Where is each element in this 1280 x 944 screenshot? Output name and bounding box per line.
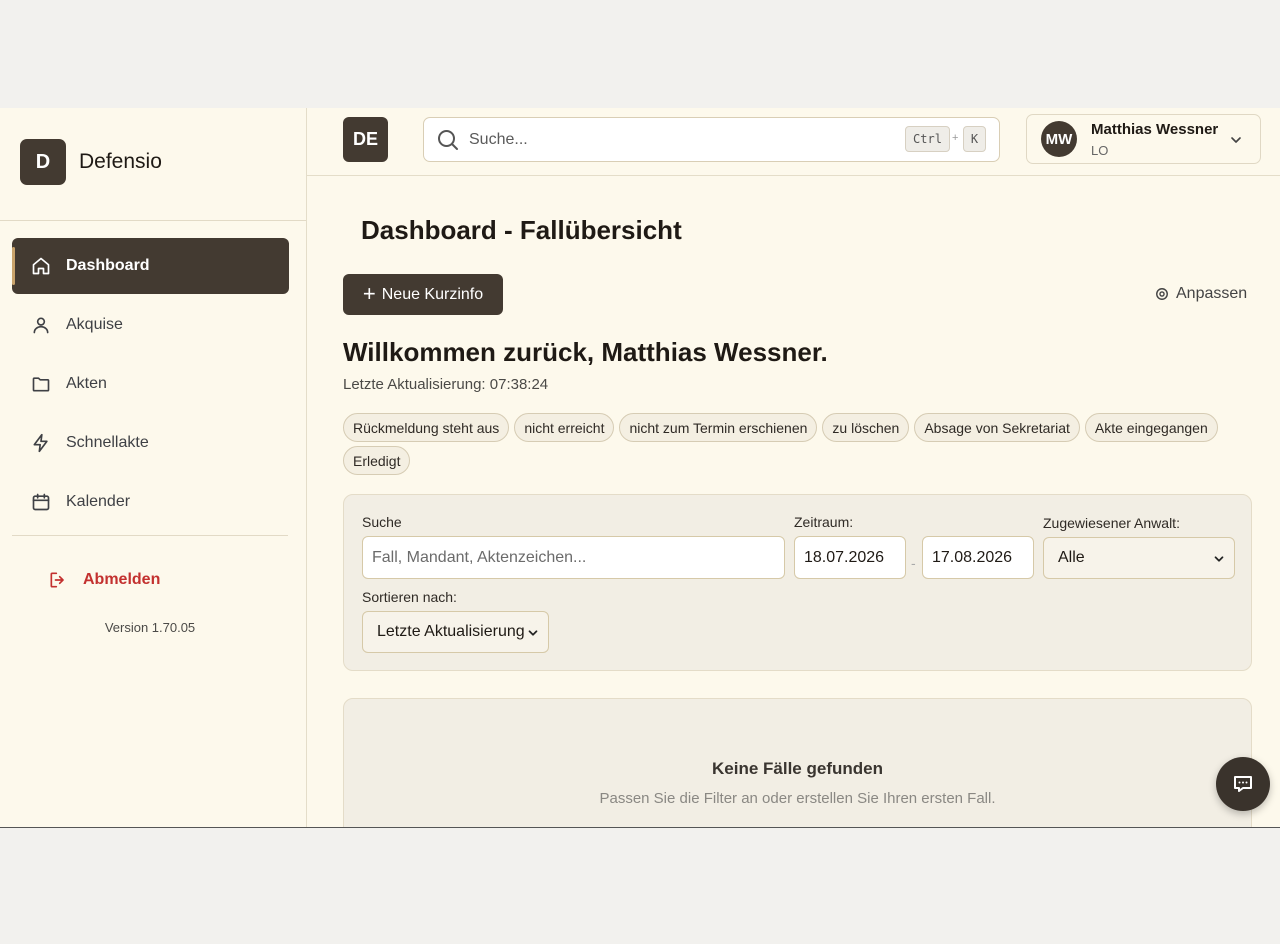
sidebar-divider xyxy=(0,220,306,221)
sidebar-item-label: Akquise xyxy=(66,316,123,333)
calendar-icon xyxy=(32,493,50,511)
logout-button[interactable]: Abmelden xyxy=(48,570,160,590)
last-update-text: Letzte Aktualisierung: 07:38:24 xyxy=(343,376,549,393)
language-badge[interactable]: DE xyxy=(343,117,388,162)
user-icon xyxy=(33,317,49,334)
sidebar-item-akten[interactable]: Akten xyxy=(12,356,289,412)
brand-name: Defensio xyxy=(79,150,162,173)
chevron-down-icon xyxy=(1214,556,1224,562)
sidebar-item-label: Akten xyxy=(66,375,107,392)
sidebar-item-label: Dashboard xyxy=(66,257,150,274)
sidebar: D Defensio Dashboard Akquise Akten Schne… xyxy=(0,108,307,827)
page-title: Dashboard - Fallübersicht xyxy=(361,215,682,245)
status-filter-chips: Rückmeldung steht aus nicht erreicht nic… xyxy=(343,413,1243,479)
logout-label: Abmelden xyxy=(83,571,161,588)
main-content: Dashboard - Fallübersicht + Neue Kurzinf… xyxy=(307,177,1280,827)
filter-panel: Suche Fall, Mandant, Aktenzeichen... Zei… xyxy=(343,494,1252,671)
brand[interactable]: D Defensio xyxy=(20,139,162,185)
lawyer-label: Zugewiesener Anwalt: xyxy=(1043,515,1180,531)
shortcut-key: K xyxy=(963,126,986,152)
sort-select-value: Letzte Aktualisierung xyxy=(377,623,525,640)
lightning-icon xyxy=(33,433,48,453)
logout-icon xyxy=(50,572,64,588)
gear-icon xyxy=(1156,288,1168,300)
sidebar-item-akquise[interactable]: Akquise xyxy=(12,297,289,353)
sort-select[interactable]: Letzte Aktualisierung xyxy=(362,611,549,653)
search-icon xyxy=(438,129,458,150)
search-filter-label: Suche xyxy=(362,514,402,530)
user-menu[interactable]: MW Matthias Wessner LO xyxy=(1026,114,1261,164)
case-search-input[interactable]: Fall, Mandant, Aktenzeichen... xyxy=(362,536,785,579)
user-role: LO xyxy=(1091,142,1109,158)
chevron-down-icon xyxy=(1231,137,1241,143)
sidebar-nav: Dashboard Akquise Akten Schnellakte Kale… xyxy=(12,238,289,533)
date-separator: - xyxy=(911,555,916,571)
chevron-down-icon xyxy=(528,630,538,636)
user-name: Matthias Wessner xyxy=(1091,120,1219,138)
date-to-input[interactable]: 17.08.2026 xyxy=(922,536,1034,579)
sidebar-item-kalender[interactable]: Kalender xyxy=(12,474,289,530)
sidebar-item-schnellakte[interactable]: Schnellakte xyxy=(12,415,289,471)
status-chip[interactable]: nicht erreicht xyxy=(514,413,615,442)
sidebar-divider xyxy=(12,535,288,536)
sort-label: Sortieren nach: xyxy=(362,589,457,605)
date-from-input[interactable]: 18.07.2026 xyxy=(794,536,906,579)
status-chip[interactable]: Rückmeldung steht aus xyxy=(343,413,510,442)
status-chip[interactable]: Absage von Sekretariat xyxy=(914,413,1080,442)
user-info: Matthias Wessner LO xyxy=(1091,121,1218,158)
status-chip[interactable]: zu löschen xyxy=(822,413,910,442)
customize-label: Anpassen xyxy=(1176,285,1248,302)
status-chip[interactable]: nicht zum Termin erschienen xyxy=(619,413,818,442)
new-kurzinfo-button[interactable]: + Neue Kurzinfo xyxy=(343,274,503,315)
chat-icon xyxy=(1234,776,1252,792)
sidebar-item-label: Kalender xyxy=(66,493,131,510)
brand-logo: D xyxy=(20,139,66,185)
chat-button[interactable] xyxy=(1216,757,1270,811)
new-kurzinfo-label: Neue Kurzinfo xyxy=(381,285,484,303)
status-chip[interactable]: Akte eingegangen xyxy=(1084,413,1218,442)
app-window: D Defensio Dashboard Akquise Akten Schne… xyxy=(0,108,1280,828)
customize-button[interactable]: Anpassen xyxy=(1155,285,1247,303)
period-label: Zeitraum: xyxy=(794,514,854,530)
welcome-heading: Willkommen zurück, Matthias Wessner. xyxy=(343,337,828,367)
global-search[interactable]: Ctrl + K xyxy=(423,117,1000,162)
shortcut-ctrl: Ctrl xyxy=(905,126,950,152)
status-chip[interactable]: Erledigt xyxy=(343,446,411,475)
empty-state-title: Keine Fälle gefunden xyxy=(712,759,883,778)
search-input[interactable] xyxy=(469,130,889,149)
top-header: DE Ctrl + K MW Matthias Wessner LO xyxy=(307,108,1280,176)
lawyer-select-value: Alle xyxy=(1058,549,1085,566)
version-text: Version 1.70.05 xyxy=(104,620,196,635)
sidebar-item-label: Schnellakte xyxy=(66,434,149,451)
lawyer-select[interactable]: Alle xyxy=(1043,537,1235,579)
folder-icon xyxy=(32,377,50,392)
sidebar-item-dashboard[interactable]: Dashboard xyxy=(12,238,289,294)
empty-state-subtitle: Passen Sie die Filter an oder erstellen … xyxy=(599,790,996,807)
home-icon xyxy=(32,257,50,275)
plus-icon: + xyxy=(362,280,376,306)
avatar: MW xyxy=(1041,121,1077,157)
shortcut-plus: + xyxy=(952,132,959,144)
empty-state: Keine Fälle gefunden Passen Sie die Filt… xyxy=(343,698,1252,827)
